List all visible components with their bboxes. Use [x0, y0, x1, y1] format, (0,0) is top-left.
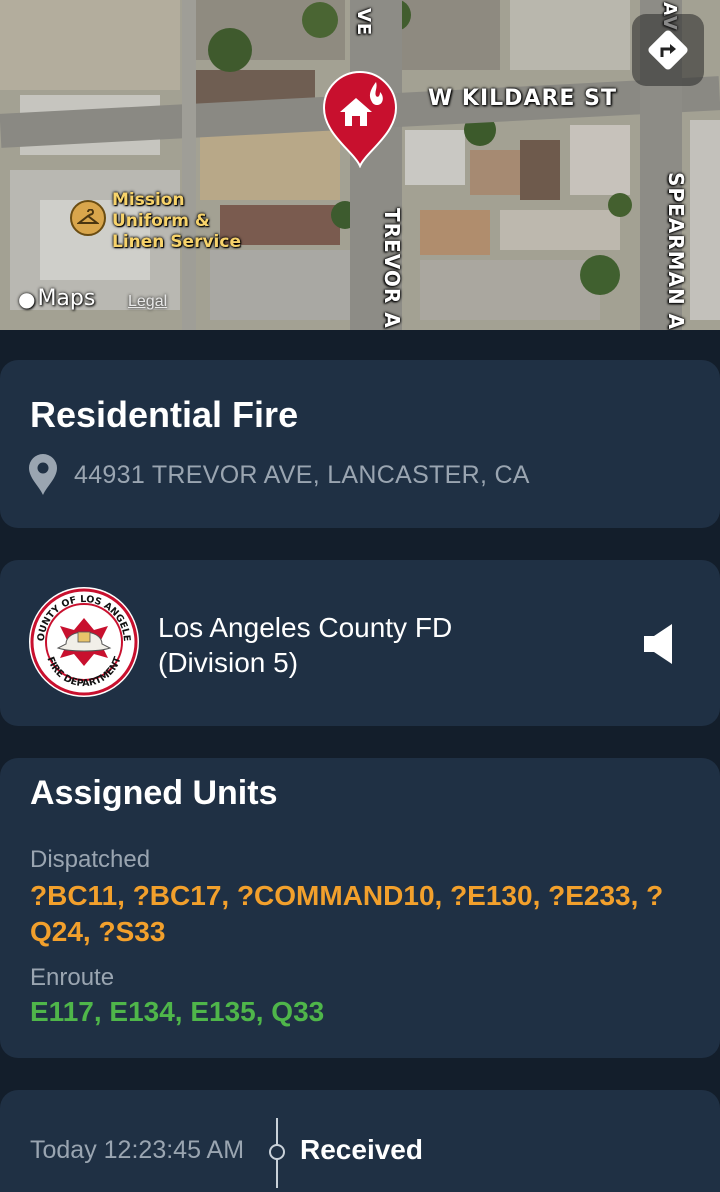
- incident-address: 44931 TREVOR AVE, LANCASTER, CA: [74, 460, 530, 489]
- poi-name-line2: Uniform &: [112, 211, 210, 231]
- timeline-time: Today 12:23:45 AM: [30, 1136, 245, 1164]
- apple-logo-icon: ●: [18, 286, 36, 311]
- maps-brand: ● Maps: [18, 286, 95, 311]
- poi-name-line3: Linen Service: [112, 232, 241, 252]
- incident-title: Residential Fire: [30, 394, 299, 435]
- enroute-label: Enroute: [30, 964, 115, 991]
- agency-card[interactable]: COUNTY OF LOS ANGELES FIRE DEPARTMENT Lo…: [0, 560, 720, 726]
- directions-icon: [648, 30, 688, 70]
- street-label-kildare: W KILDARE ST: [428, 86, 617, 111]
- poi-mission-uniform[interactable]: Mission Uniform & Linen Service: [70, 190, 241, 253]
- timeline-dot-icon: [269, 1144, 285, 1160]
- legal-link[interactable]: Legal: [128, 293, 167, 311]
- agency-name-line1: Los Angeles County FD: [158, 612, 453, 643]
- hanger-icon: [70, 200, 106, 236]
- incident-card: Residential Fire 44931 TREVOR AVE, LANCA…: [0, 360, 720, 528]
- dispatched-units: ?BC11, ?BC17, ?COMMAND10, ?E130, ?E233, …: [30, 880, 664, 947]
- street-label-trevor: TREVOR A: [380, 208, 404, 329]
- incident-map[interactable]: W KILDARE ST VE TREVOR A SPEARMAN A AV M…: [0, 0, 720, 330]
- timeline-status: Received: [300, 1134, 423, 1165]
- agency-name-line2: (Division 5): [158, 647, 299, 678]
- agency-name: Los Angeles County FD (Division 5): [158, 610, 452, 680]
- poi-name-line1: Mission: [112, 190, 185, 210]
- street-label-ave: VE: [353, 8, 374, 37]
- location-pin-icon: [29, 454, 57, 495]
- assigned-units-card: Assigned Units Dispatched ?BC11, ?BC17, …: [0, 758, 720, 1058]
- maps-brand-text: Maps: [37, 286, 96, 311]
- house-fire-icon[interactable]: [318, 68, 402, 168]
- units-title: Assigned Units: [30, 774, 278, 812]
- dispatched-label: Dispatched: [30, 846, 151, 873]
- speaker-icon[interactable]: [642, 622, 676, 666]
- agency-seal-logo: COUNTY OF LOS ANGELES FIRE DEPARTMENT: [28, 586, 139, 697]
- street-label-spearman: SPEARMAN A: [664, 172, 688, 330]
- timeline-card: Today 12:23:45 AM Received: [0, 1090, 720, 1192]
- directions-button[interactable]: [632, 14, 704, 86]
- enroute-units: E117, E134, E135, Q33: [30, 996, 325, 1027]
- address-row[interactable]: 44931 TREVOR AVE, LANCASTER, CA: [28, 454, 530, 496]
